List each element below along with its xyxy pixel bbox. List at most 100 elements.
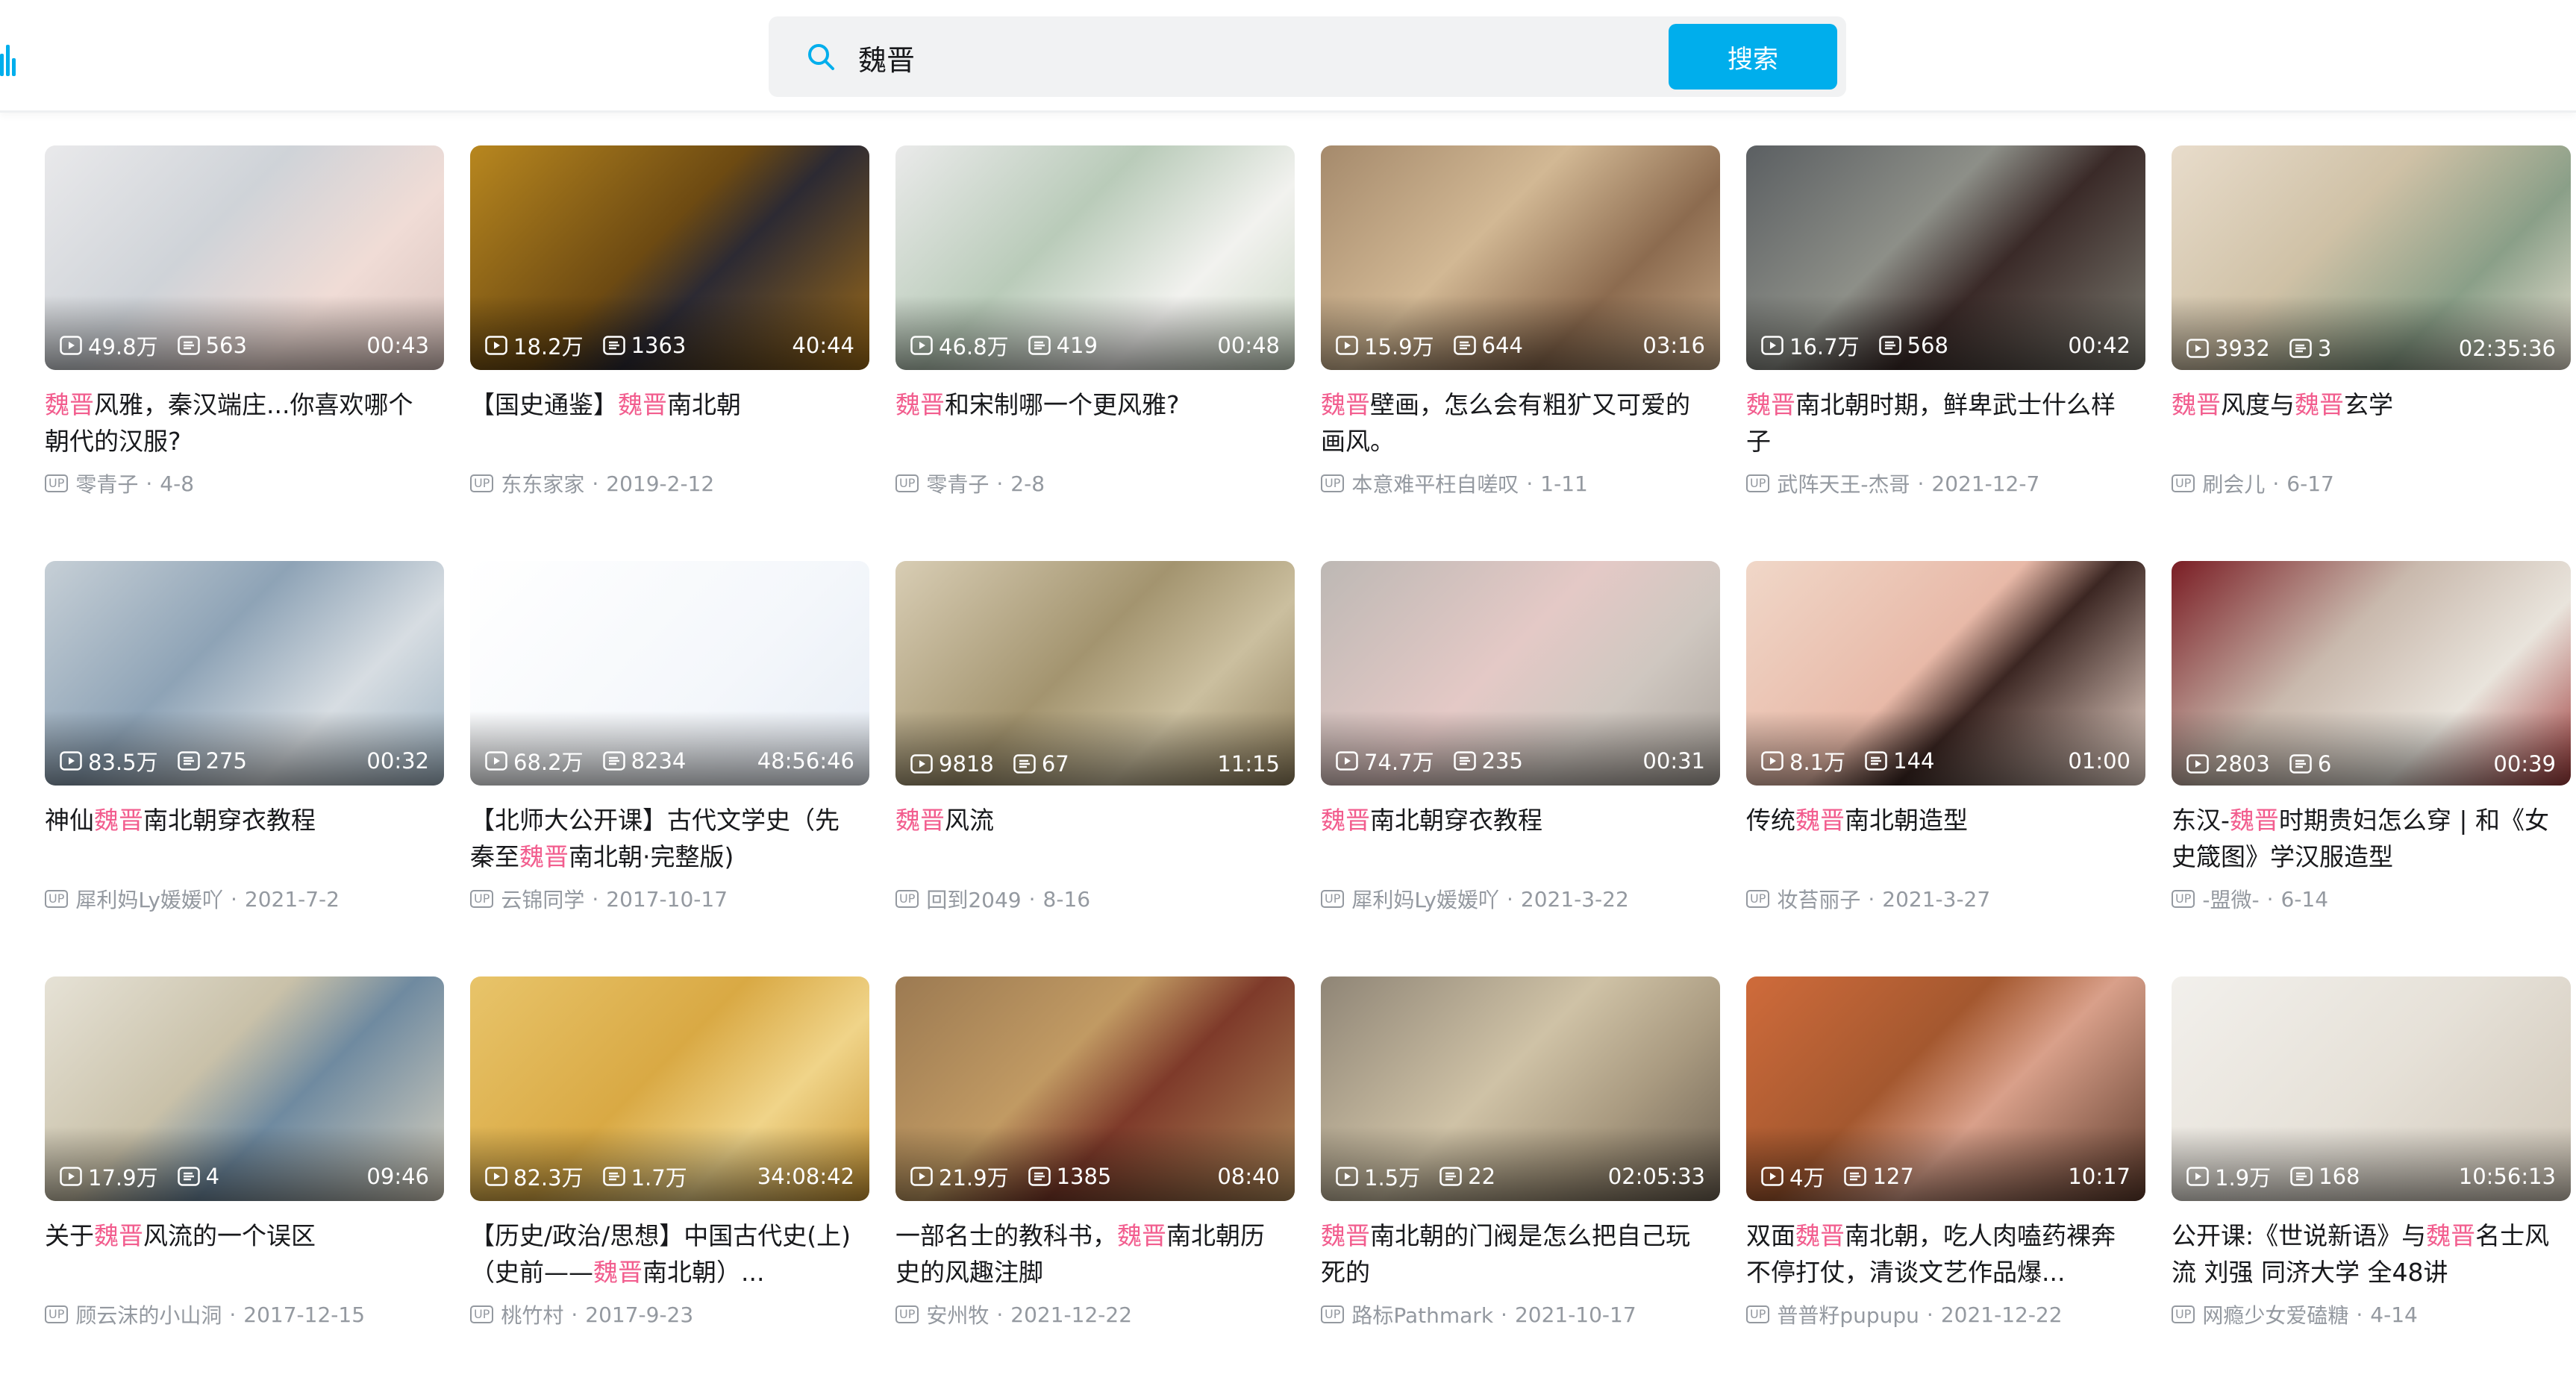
video-card[interactable]: 46.8万 419 00:48 魏晋和宋制哪一个更风雅? UP 零青子 · 2-8 — [895, 145, 1295, 561]
uploader-name[interactable]: 普普籽pupupu — [1777, 1299, 1919, 1329]
video-thumbnail[interactable]: 3932 3 02:35:36 — [2172, 145, 2571, 370]
video-title[interactable]: 魏晋和宋制哪一个更风雅? — [895, 386, 1287, 460]
video-thumbnail[interactable]: 68.2万 8234 48:56:46 — [470, 561, 869, 786]
upload-date: 2021-10-17 — [1514, 1302, 1636, 1327]
uploader-name[interactable]: 网瘾少女爱磕糖 — [2202, 1299, 2348, 1329]
title-text: 南北朝时期，鲜卑武士什么样子 — [1746, 390, 2116, 456]
uploader-name[interactable]: 顾云沫的小山洞 — [75, 1299, 222, 1329]
danmaku-icon — [602, 336, 625, 355]
video-thumbnail[interactable]: 46.8万 419 00:48 — [895, 145, 1295, 370]
upload-date: 2021-7-2 — [244, 886, 340, 912]
danmaku-count: 1385 — [1028, 1164, 1111, 1189]
video-title[interactable]: 【国史通鉴】魏晋南北朝 — [470, 386, 862, 460]
video-title[interactable]: 魏晋南北朝的门阀是怎么把自己玩死的 — [1321, 1217, 1713, 1291]
video-card[interactable]: 1.9万 168 10:56:13 公开课:《世说新语》与魏晋名士风流 刘强 同济… — [2172, 976, 2571, 1392]
uploader-name[interactable]: 桃竹村 — [501, 1299, 563, 1329]
uploader-name[interactable]: 刷会儿 — [2202, 468, 2265, 498]
video-card[interactable]: 16.7万 568 00:42 魏晋南北朝时期，鲜卑武士什么样子 UP 武阵天王-… — [1746, 145, 2145, 561]
video-thumbnail[interactable]: 49.8万 563 00:43 — [45, 145, 444, 370]
video-stats: 74.7万 235 00:31 — [1336, 745, 1705, 777]
video-thumbnail[interactable]: 16.7万 568 00:42 — [1746, 145, 2145, 370]
video-card[interactable]: 2803 6 00:39 东汉-魏晋时期贵妇怎么穿 | 和《女史箴图》学汉服造型 … — [2172, 561, 2571, 976]
video-title[interactable]: 传统魏晋南北朝造型 — [1746, 802, 2138, 875]
video-card[interactable]: 49.8万 563 00:43 魏晋风雅，秦汉端庄...你喜欢哪个朝代的汉服? U… — [45, 145, 444, 561]
upload-date: 2021-3-22 — [1520, 886, 1629, 912]
danmaku-count: 168 — [2290, 1164, 2360, 1189]
video-title[interactable]: 公开课:《世说新语》与魏晋名士风流 刘强 同济大学 全48讲 — [2172, 1217, 2563, 1291]
uploader-icon: UP — [895, 890, 919, 908]
separator: · — [1028, 886, 1036, 912]
video-duration: 00:43 — [366, 333, 429, 358]
video-title[interactable]: 【历史/政治/思想】中国古代史(上)（史前——魏晋南北朝）... — [470, 1217, 862, 1291]
uploader-name[interactable]: -盟微- — [2202, 884, 2259, 914]
title-text: 【国史通鉴】 — [470, 390, 618, 419]
video-thumbnail[interactable]: 83.5万 275 00:32 — [45, 561, 444, 786]
view-count: 46.8万 — [910, 330, 1009, 361]
video-card[interactable]: 21.9万 1385 08:40 一部名士的教科书，魏晋南北朝历史的风趣注脚 UP… — [895, 976, 1295, 1392]
video-title[interactable]: 魏晋壁画，怎么会有粗犷又可爱的画风。 — [1321, 386, 1713, 460]
play-count-icon — [2186, 754, 2209, 774]
video-thumbnail[interactable]: 15.9万 644 03:16 — [1321, 145, 1720, 370]
video-thumbnail[interactable]: 82.3万 1.7万 34:08:42 — [470, 976, 869, 1201]
video-thumbnail[interactable]: 21.9万 1385 08:40 — [895, 976, 1295, 1201]
uploader-name[interactable]: 武阵天王-杰哥 — [1777, 468, 1910, 498]
video-title[interactable]: 【北师大公开课】古代文学史（先秦至魏晋南北朝·完整版) — [470, 802, 862, 875]
video-thumbnail[interactable]: 17.9万 4 09:46 — [45, 976, 444, 1201]
video-thumbnail[interactable]: 1.9万 168 10:56:13 — [2172, 976, 2571, 1201]
keyword-highlight: 魏晋 — [1321, 806, 1370, 835]
uploader-name[interactable]: 零青子 — [75, 468, 138, 498]
bilibili-logo-icon[interactable] — [0, 36, 18, 76]
video-card[interactable]: 1.5万 22 02:05:33 魏晋南北朝的门阀是怎么把自己玩死的 UP 路标P… — [1321, 976, 1720, 1392]
video-card[interactable]: 15.9万 644 03:16 魏晋壁画，怎么会有粗犷又可爱的画风。 UP 本意难… — [1321, 145, 1720, 561]
video-title[interactable]: 关于魏晋风流的一个误区 — [45, 1217, 437, 1291]
play-count-icon — [1761, 1167, 1783, 1186]
uploader-name[interactable]: 妆苔丽子 — [1777, 884, 1860, 914]
uploader-name[interactable]: 云锦同学 — [501, 884, 584, 914]
video-title[interactable]: 魏晋风流 — [895, 802, 1287, 875]
video-title[interactable]: 魏晋南北朝时期，鲜卑武士什么样子 — [1746, 386, 2138, 460]
video-card[interactable]: 83.5万 275 00:32 神仙魏晋南北朝穿衣教程 UP 犀利妈Ly媛媛吖 ·… — [45, 561, 444, 976]
video-title[interactable]: 魏晋南北朝穿衣教程 — [1321, 802, 1713, 875]
danmaku-count: 235 — [1453, 748, 1523, 774]
video-card[interactable]: 9818 67 11:15 魏晋风流 UP 回到2049 · 8-16 — [895, 561, 1295, 976]
video-duration: 03:16 — [1642, 333, 1705, 358]
search-input[interactable] — [857, 33, 1606, 82]
separator: · — [1926, 1302, 1933, 1327]
video-card[interactable]: 8.1万 144 01:00 传统魏晋南北朝造型 UP 妆苔丽子 · 2021-3… — [1746, 561, 2145, 976]
uploader-name[interactable]: 回到2049 — [926, 884, 1021, 914]
video-title[interactable]: 魏晋风雅，秦汉端庄...你喜欢哪个朝代的汉服? — [45, 386, 437, 460]
uploader-name[interactable]: 犀利妈Ly媛媛吖 — [1351, 884, 1499, 914]
video-stats: 9818 67 11:15 — [910, 751, 1280, 777]
uploader-name[interactable]: 路标Pathmark — [1351, 1299, 1493, 1329]
uploader-name[interactable]: 东东家家 — [501, 468, 584, 498]
video-thumbnail[interactable]: 2803 6 00:39 — [2172, 561, 2571, 786]
video-card[interactable]: 17.9万 4 09:46 关于魏晋风流的一个误区 UP 顾云沫的小山洞 · 20… — [45, 976, 444, 1392]
video-title[interactable]: 神仙魏晋南北朝穿衣教程 — [45, 802, 437, 875]
video-stats: 3932 3 02:35:36 — [2186, 336, 2556, 361]
video-thumbnail[interactable]: 4万 127 10:17 — [1746, 976, 2145, 1201]
video-title[interactable]: 魏晋风度与魏晋玄学 — [2172, 386, 2563, 460]
uploader-name[interactable]: 本意难平枉自嗟叹 — [1351, 468, 1519, 498]
video-card[interactable]: 82.3万 1.7万 34:08:42 【历史/政治/思想】中国古代史(上)（史前… — [470, 976, 869, 1392]
video-title[interactable]: 双面魏晋南北朝，吃人肉嗑药裸奔不停打仗，清谈文艺作品爆... — [1746, 1217, 2138, 1291]
video-title[interactable]: 东汉-魏晋时期贵妇怎么穿 | 和《女史箴图》学汉服造型 — [2172, 802, 2563, 875]
video-thumbnail[interactable]: 1.5万 22 02:05:33 — [1321, 976, 1720, 1201]
video-thumbnail[interactable]: 18.2万 1363 40:44 — [470, 145, 869, 370]
video-thumbnail[interactable]: 9818 67 11:15 — [895, 561, 1295, 786]
uploader-name[interactable]: 安州牧 — [926, 1299, 989, 1329]
play-count-icon — [485, 336, 507, 355]
uploader-name[interactable]: 零青子 — [926, 468, 989, 498]
video-card[interactable]: 74.7万 235 00:31 魏晋南北朝穿衣教程 UP 犀利妈Ly媛媛吖 · 2… — [1321, 561, 1720, 976]
video-card[interactable]: 3932 3 02:35:36 魏晋风度与魏晋玄学 UP 刷会儿 · 6-17 — [2172, 145, 2571, 561]
video-title[interactable]: 一部名士的教科书，魏晋南北朝历史的风趣注脚 — [895, 1217, 1287, 1291]
video-card[interactable]: 18.2万 1363 40:44 【国史通鉴】魏晋南北朝 UP 东东家家 · 20… — [470, 145, 869, 561]
video-card[interactable]: 4万 127 10:17 双面魏晋南北朝，吃人肉嗑药裸奔不停打仗，清谈文艺作品爆.… — [1746, 976, 2145, 1392]
video-card[interactable]: 68.2万 8234 48:56:46 【北师大公开课】古代文学史（先秦至魏晋南北… — [470, 561, 869, 976]
video-thumbnail[interactable]: 74.7万 235 00:31 — [1321, 561, 1720, 786]
uploader-name[interactable]: 犀利妈Ly媛媛吖 — [75, 884, 223, 914]
video-stats: 17.9万 4 09:46 — [60, 1161, 429, 1192]
danmaku-count: 22 — [1439, 1164, 1495, 1189]
video-thumbnail[interactable]: 8.1万 144 01:00 — [1746, 561, 2145, 786]
uploader-icon: UP — [2172, 474, 2195, 492]
search-button[interactable]: 搜索 — [1669, 24, 1837, 90]
